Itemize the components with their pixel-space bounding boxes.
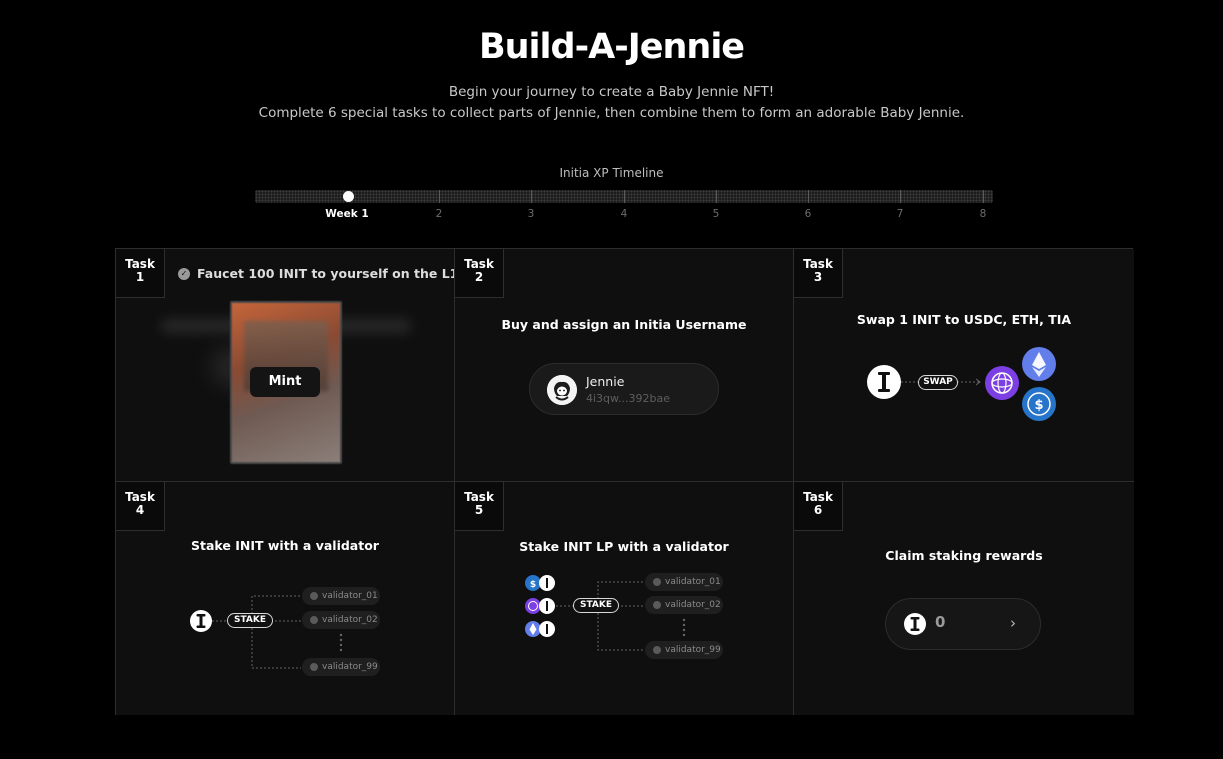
validator-item[interactable]: validator_02 [302,611,380,629]
eth-token-icon [1022,347,1056,381]
validator-item[interactable]: validator_99 [302,658,380,676]
username: Jennie [586,374,625,389]
task-title: Claim staking rewards [885,548,1043,563]
tia-init-lp-icon [525,598,555,614]
task-card-1: Task 1 ✓ Faucet 100 INIT to yourself on … [116,249,455,482]
validator-item[interactable]: validator_01 [302,587,380,605]
page-subtitle-line1: Begin your journey to create a Baby Jenn… [448,84,775,100]
timeline-label: Initia XP Timeline [559,166,664,180]
svg-text:$: $ [530,580,536,590]
check-circle-icon: ✓ [178,267,190,280]
task-badge: Task 6 [794,482,843,531]
timeline-week-8: 8 [979,208,987,220]
validator-item[interactable]: validator_99 [645,641,723,659]
task-badge-number: 2 [474,270,484,284]
task-card-3: Task 3 Swap 1 INIT to USDC, ETH, TIA $ S… [794,249,1134,482]
validator-item[interactable]: validator_01 [645,573,723,591]
timeline-tick [716,190,717,203]
init-token-icon [867,365,901,399]
page-subtitle-line2: Complete 6 special tasks to collect part… [258,105,965,121]
timeline-week-2: 2 [435,208,443,220]
validator-item[interactable]: validator_02 [645,596,723,614]
eth-init-lp-icon [525,621,555,637]
wallet-address: 4i3qw...392bae [586,392,670,405]
task-card-6: Task 6 Claim staking rewards 0 › [794,482,1134,715]
task-title: Buy and assign an Initia Username [501,317,747,332]
task-title-row: ✓ Faucet 100 INIT to yourself on the L1 [178,266,455,281]
timeline-tick [900,190,901,203]
task-badge-number: 1 [135,270,145,284]
stake-label: STAKE [227,613,273,628]
tia-token-icon [985,366,1019,400]
chevron-right-icon: › [1010,614,1016,632]
task-badge: Task 2 [455,249,504,298]
username-card[interactable]: Jennie 4i3qw...392bae [529,363,719,415]
reward-amount: 0 [935,613,946,631]
timeline-week-1: Week 1 [325,208,369,220]
timeline-tick [624,190,625,203]
swap-label: SWAP [918,375,958,390]
mint-button[interactable]: Mint [250,367,320,397]
jennie-avatar-icon [547,375,577,405]
avatar [547,375,577,405]
claim-rewards-button[interactable]: 0 › [885,598,1041,650]
task-badge: Task 1 [116,249,165,298]
task-title: Faucet 100 INIT to yourself on the L1 [197,266,455,281]
lp-stake-diagram: $ [525,575,686,651]
stake-label: STAKE [573,598,619,613]
usdc-token-icon: $ [1022,387,1056,421]
timeline-tick [439,190,440,203]
init-token-icon [190,610,212,632]
init-token-icon [904,613,926,635]
timeline-tick [808,190,809,203]
task-badge-number: 6 [813,503,823,517]
timeline-week-6: 6 [804,208,812,220]
page-title: Build-A-Jennie [478,27,745,67]
task-card-5: Task 5 Stake INIT LP with a validator $ [455,482,794,715]
swap-diagram: $ [867,347,1056,421]
task-card-2: Task 2 Buy and assign an Initia Username… [455,249,794,482]
task-card-4: Task 4 Stake INIT with a validator STAKE… [116,482,455,715]
timeline-week-4: 4 [620,208,628,220]
timeline-tick [983,190,984,203]
timeline-week-7: 7 [896,208,904,220]
timeline-tick [531,190,532,203]
svg-text:$: $ [1034,398,1043,413]
stake-diagram [190,595,343,669]
timeline-week-3: 3 [527,208,535,220]
timeline-current-marker [343,191,354,202]
timeline-week-5: 5 [712,208,720,220]
task-grid: Task 1 ✓ Faucet 100 INIT to yourself on … [115,248,1134,715]
usdc-init-lp-icon: $ [525,575,555,591]
